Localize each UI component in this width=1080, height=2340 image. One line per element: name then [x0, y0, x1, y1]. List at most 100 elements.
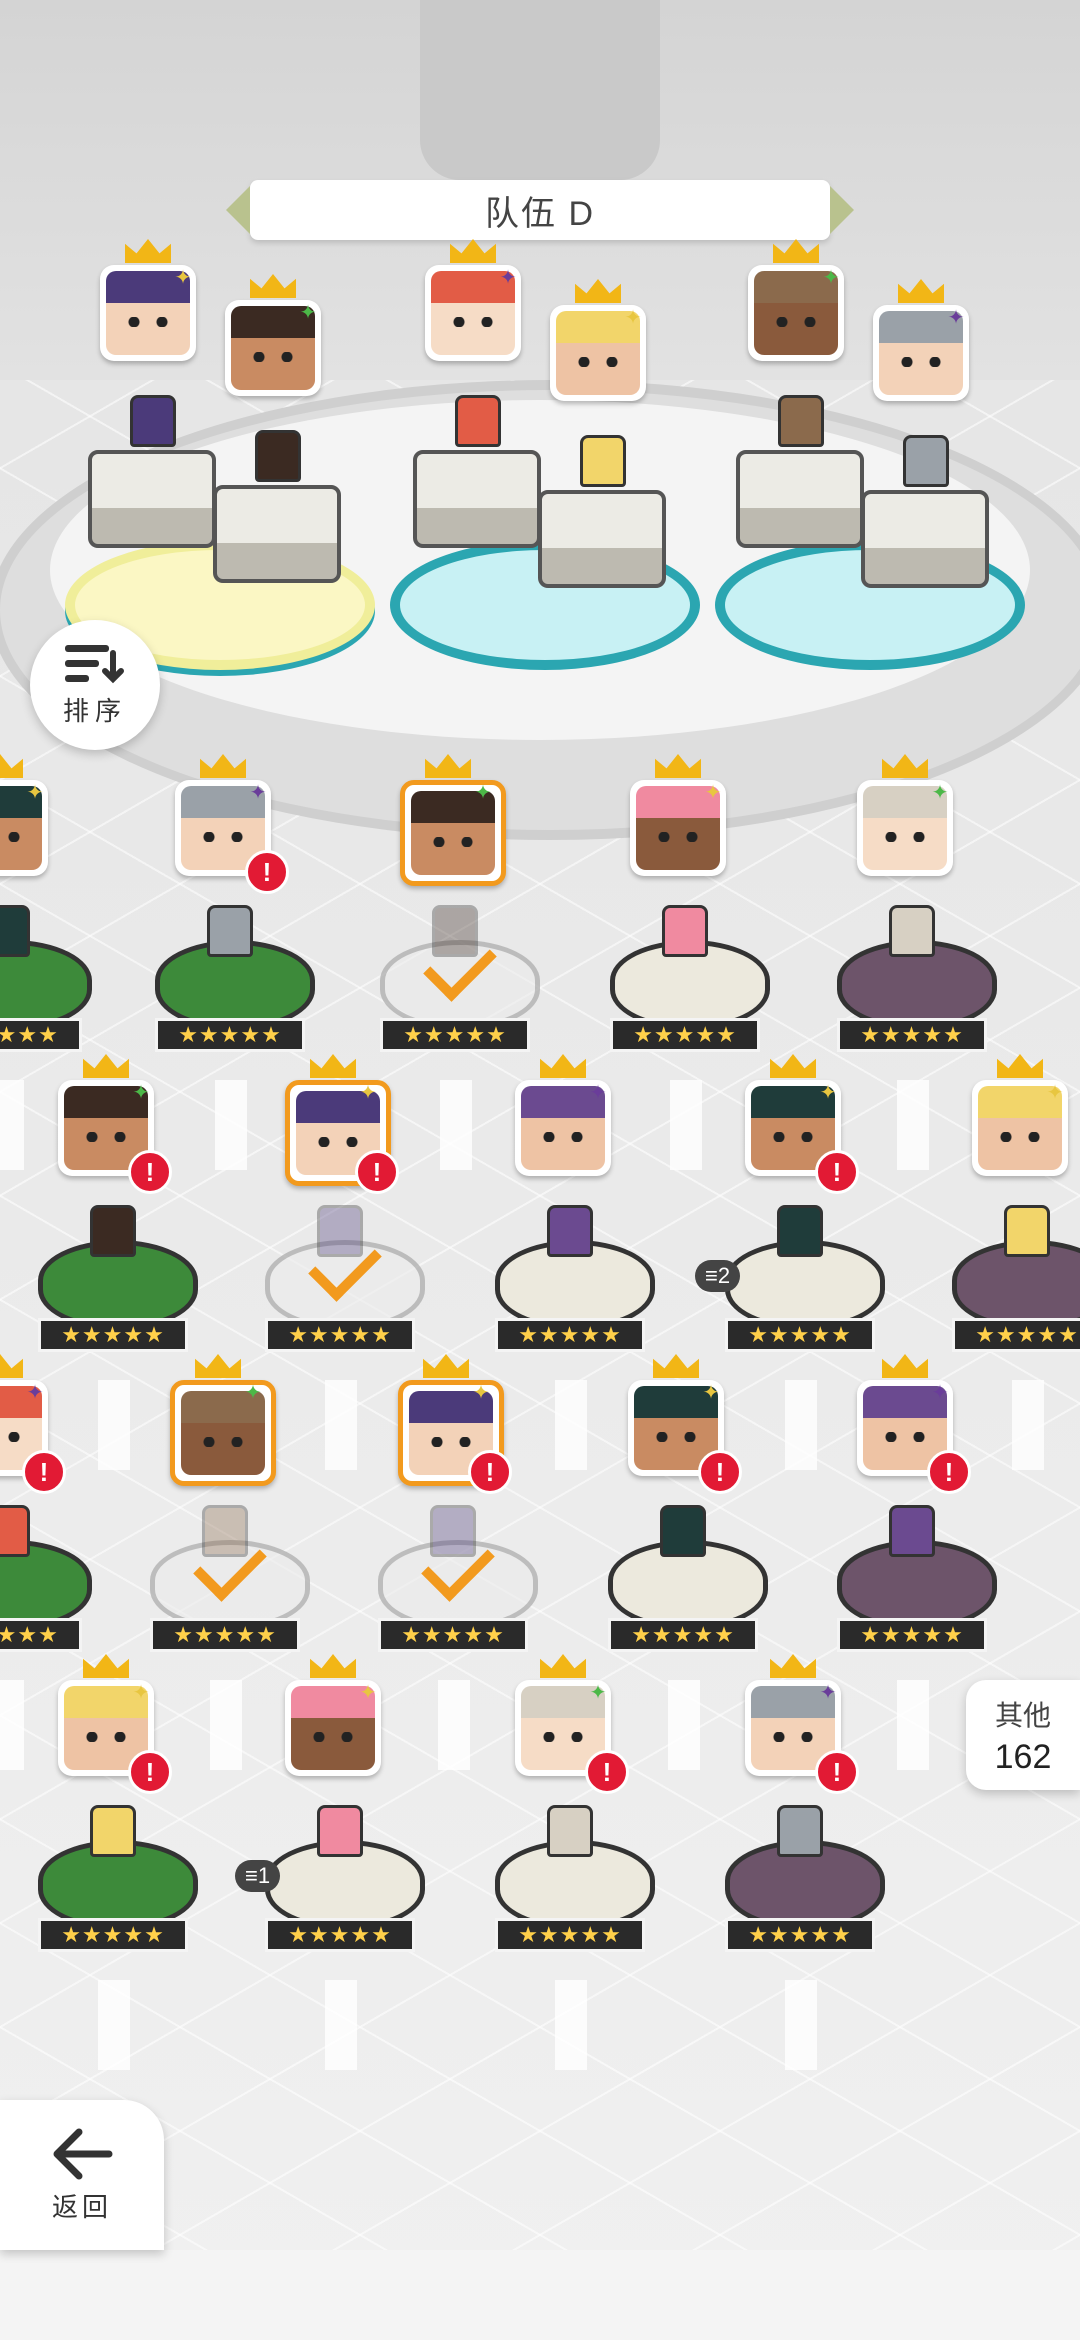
element-icon: ✦ — [931, 782, 949, 804]
bottom-bar — [0, 2250, 1080, 2340]
element-icon: ✦ — [132, 1082, 150, 1104]
star-rating: ★★★★★ — [495, 1318, 645, 1352]
pedestal-stem — [555, 1380, 587, 1470]
character-sprite — [777, 1205, 823, 1257]
sort-button[interactable]: 排序 — [30, 620, 160, 750]
pedestal-stem — [0, 1080, 24, 1170]
alert-icon: ! — [355, 1150, 399, 1194]
character-eyes — [771, 1732, 815, 1742]
element-icon: ✦ — [26, 782, 44, 804]
character-sprite — [547, 1205, 593, 1257]
character-eyes — [84, 1132, 128, 1142]
element-icon: ✦ — [244, 1382, 262, 1404]
character-sprite — [0, 905, 30, 957]
star-rating: ★★★★★ — [837, 1018, 987, 1052]
pedestal-stem — [98, 1980, 130, 2070]
character-eyes — [771, 1132, 815, 1142]
element-icon: ✦ — [589, 1682, 607, 1704]
team-pedestal — [213, 485, 341, 583]
crown-icon — [882, 1354, 928, 1378]
team-name: 队伍 D — [485, 194, 595, 233]
character-sprite — [90, 1805, 136, 1857]
pedestal-stem — [98, 1380, 130, 1470]
crown-icon — [997, 1054, 1043, 1078]
character-eyes — [541, 1132, 585, 1142]
element-icon: ✦ — [947, 307, 965, 329]
star-rating: ★★★★★ — [378, 1618, 528, 1652]
alert-icon: ! — [698, 1450, 742, 1494]
crown-icon — [770, 1054, 816, 1078]
team-member-sprite — [130, 395, 176, 447]
character-sprite — [90, 1205, 136, 1257]
back-button[interactable]: 返回 — [0, 2100, 164, 2250]
character-eyes — [654, 1432, 698, 1442]
character-eyes — [126, 317, 170, 327]
pedestal-stem — [215, 1080, 247, 1170]
pedestal-stem — [440, 1080, 472, 1170]
crown-icon — [310, 1054, 356, 1078]
game-scene: 队伍 D ✦ ✦ ✦ ✦ ✦ ✦ ★★★★★ ✦ ★★★★★ ✦! ★★★★★ ✦ ★★★★★ ✦ ★★★… — [0, 0, 1080, 2340]
character-eyes — [576, 357, 620, 367]
element-icon: ✦ — [499, 267, 517, 289]
element-icon: ✦ — [359, 1682, 377, 1704]
team-name-banner[interactable]: 队伍 D — [226, 180, 854, 240]
character-eyes — [431, 837, 475, 847]
character-eyes — [883, 832, 927, 842]
character-sprite — [0, 1505, 30, 1557]
crown-icon — [83, 1054, 129, 1078]
element-icon: ✦ — [819, 1082, 837, 1104]
crown-icon — [653, 1354, 699, 1378]
element-icon: ✦ — [822, 267, 840, 289]
banner-left-arrow[interactable] — [226, 186, 250, 234]
pedestal-stem — [785, 1380, 817, 1470]
back-label: 返回 — [51, 2191, 112, 2222]
team-member-sprite — [903, 435, 949, 487]
banner-right-arrow[interactable] — [830, 186, 854, 234]
star-rating: ★★★★★ — [155, 1018, 305, 1052]
character-eyes — [998, 1132, 1042, 1142]
character-sprite — [777, 1805, 823, 1857]
pedestal-stem — [438, 1680, 470, 1770]
star-rating: ★★★★★ — [725, 1318, 875, 1352]
others-button[interactable]: 其他 162 — [966, 1680, 1080, 1790]
character-eyes — [541, 1732, 585, 1742]
element-icon: ✦ — [26, 1382, 44, 1404]
alert-icon: ! — [468, 1450, 512, 1494]
star-rating: ★★★★★ — [0, 1618, 82, 1652]
star-rating: ★★★★★ — [610, 1018, 760, 1052]
team-pedestal — [88, 450, 216, 548]
crown-icon — [540, 1654, 586, 1678]
star-rating: ★★★★★ — [38, 1918, 188, 1952]
alert-icon: ! — [815, 1150, 859, 1194]
crown-icon — [0, 754, 23, 778]
pedestal-stem — [668, 1680, 700, 1770]
character-sprite — [662, 905, 708, 957]
character-eyes — [883, 1432, 927, 1442]
character-eyes — [656, 832, 700, 842]
crown-icon — [0, 1354, 23, 1378]
pedestal-stem — [325, 1980, 357, 2070]
element-icon: ✦ — [819, 1682, 837, 1704]
star-rating: ★★★★★ — [495, 1918, 645, 1952]
sort-icon — [65, 644, 124, 683]
others-label: 其他 — [994, 1699, 1051, 1731]
character-eyes — [0, 832, 22, 842]
element-icon: ✦ — [1046, 1082, 1064, 1104]
back-arrow-icon — [53, 2128, 113, 2179]
character-sprite — [889, 1505, 935, 1557]
team-member-sprite — [455, 395, 501, 447]
team-member-sprite — [778, 395, 824, 447]
character-eyes — [899, 357, 943, 367]
alert-icon: ! — [22, 1450, 66, 1494]
character-eyes — [774, 317, 818, 327]
element-icon: ✦ — [174, 267, 192, 289]
element-icon: ✦ — [359, 1082, 377, 1104]
sort-label: 排序 — [62, 695, 127, 726]
character-sprite — [207, 905, 253, 957]
team-pedestal — [538, 490, 666, 588]
pedestal-stem — [325, 1380, 357, 1470]
pedestal-stem — [670, 1080, 702, 1170]
alert-icon: ! — [245, 850, 289, 894]
star-rating: ★★★★★ — [380, 1018, 530, 1052]
character-eyes — [201, 832, 245, 842]
